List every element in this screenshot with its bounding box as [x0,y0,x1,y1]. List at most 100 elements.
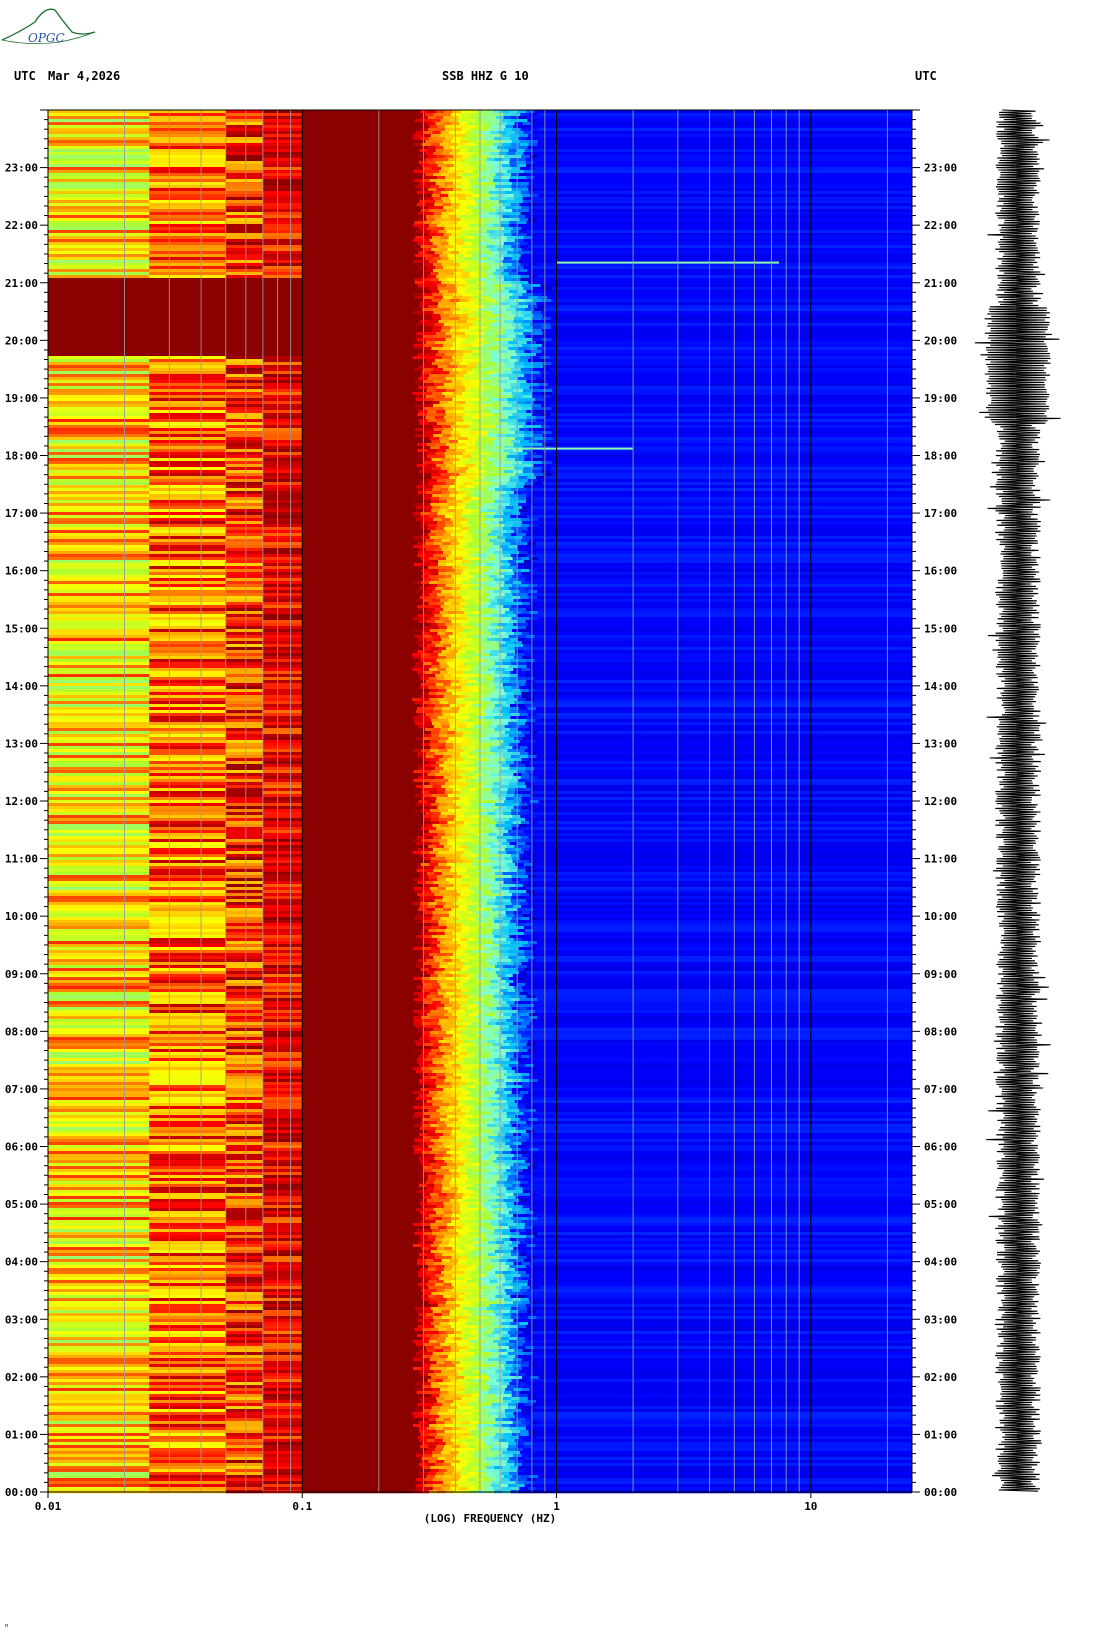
spectrogram-cell [413,563,423,567]
spectrogram-cell [477,473,488,477]
spectrogram-cell [432,722,441,726]
spectrogram-cell [459,692,468,696]
spectrogram-cell [302,743,422,747]
spectrogram-cell [474,200,484,204]
spectrogram-cell [302,221,415,225]
spectrogram-cell [302,161,419,165]
spectrogram-cell [544,419,912,423]
spectrogram-cell [500,566,509,570]
spectrogram-cell [514,695,523,699]
spectrogram-cell [225,740,264,744]
spectrogram-cell [438,278,448,282]
spectrogram-cell [511,167,521,171]
spectrogram-cell [529,695,912,699]
spectrogram-cell [477,182,487,186]
spectrogram-cell [496,254,506,258]
spectrogram-cell [302,290,422,294]
spectrogram-cell [456,599,466,603]
spectrogram-cell [487,668,497,672]
spectrogram-cell [420,656,430,660]
spectrogram-cell [532,299,543,303]
spectrogram-cell [519,146,529,150]
spectrogram-cell [541,350,912,354]
spectrogram-cell [516,782,526,786]
spectrogram-cell [531,284,541,288]
spectrogram-cell [48,185,150,189]
spectrogram-cell [493,395,504,399]
spectrogram-cell [412,656,422,660]
spectrogram-cell [430,617,441,621]
spectrogram-cell [476,167,486,171]
spectrogram-cell [513,797,522,801]
spectrogram-cell [149,317,227,321]
spectrogram-cell [528,440,539,444]
spectrogram-cell [516,566,525,570]
spectrogram-cell [441,167,451,171]
spectrogram-cell [503,263,513,267]
spectrogram-cell [504,524,513,528]
spectrogram-cell [500,359,510,363]
spectrogram-cell [495,596,504,600]
spectrogram-cell [453,176,462,180]
spectrogram-cell [485,677,495,681]
spectrogram-cell [412,224,422,228]
spectrogram-cell [497,539,506,543]
spectrogram-cell [302,488,417,492]
spectrogram-cell [477,260,487,264]
spectrogram-cell [518,716,528,720]
spectrogram-cell [525,500,535,504]
spectrogram-cell [449,473,460,477]
spectrogram-cell [262,785,303,789]
spectrogram-cell [520,584,530,588]
spectrogram-cell [149,539,227,543]
spectrogram-cell [149,338,227,342]
spectrogram-cell [546,347,912,351]
spectrogram-cell [48,263,150,267]
spectrogram-cell [536,689,912,693]
spectrogram-cell [459,317,469,321]
spectrogram-cell [440,242,449,246]
spectrogram-cell [510,527,520,531]
spectrogram-cell [425,359,436,363]
spectrogram-cell [444,155,454,159]
spectrogram-cell [433,113,443,117]
spectrogram-cell [420,602,430,606]
spectrogram-cell [469,515,479,519]
spectrogram-cell [482,293,493,297]
spectrogram-cell [424,671,433,675]
spectrogram-cell [478,764,487,768]
spectrogram-cell [434,359,445,363]
spectrogram-cell [452,293,463,297]
spectrogram-cell [225,689,264,693]
spectrogram-cell [446,818,455,822]
spectrogram-cell [477,425,488,429]
spectrogram-cell [480,248,490,252]
spectrogram-cell [501,578,510,582]
spectrogram-cell [48,389,150,393]
spectrogram-cell [424,383,435,387]
spectrogram-cell [225,386,264,390]
spectrogram-cell [551,392,912,396]
spectrogram-cell [421,239,431,243]
spectrogram-cell [302,395,416,399]
spectrogram-cell [519,245,529,249]
spectrogram-cell [302,308,413,312]
spectrogram-cell [428,365,439,369]
spectrogram-cell [458,437,469,441]
spectrogram-cell [503,257,513,261]
spectrogram-cell [535,419,546,423]
spectrogram-cell [487,638,496,642]
spectrogram-cell [462,734,471,738]
spectrogram-cell [507,647,516,651]
spectrogram-cell [302,128,420,132]
spectrogram-cell [425,707,435,711]
spectrogram-cell [48,260,150,264]
spectrogram-cell [514,431,525,435]
spectrogram-cell [462,359,473,363]
spectrogram-cell [542,431,553,435]
spectrogram-cell [463,323,474,327]
spectrogram-cell [511,440,521,444]
spectrogram-cell [262,320,303,324]
spectrogram-cell [48,785,150,789]
spectrogram-cell [445,464,456,468]
